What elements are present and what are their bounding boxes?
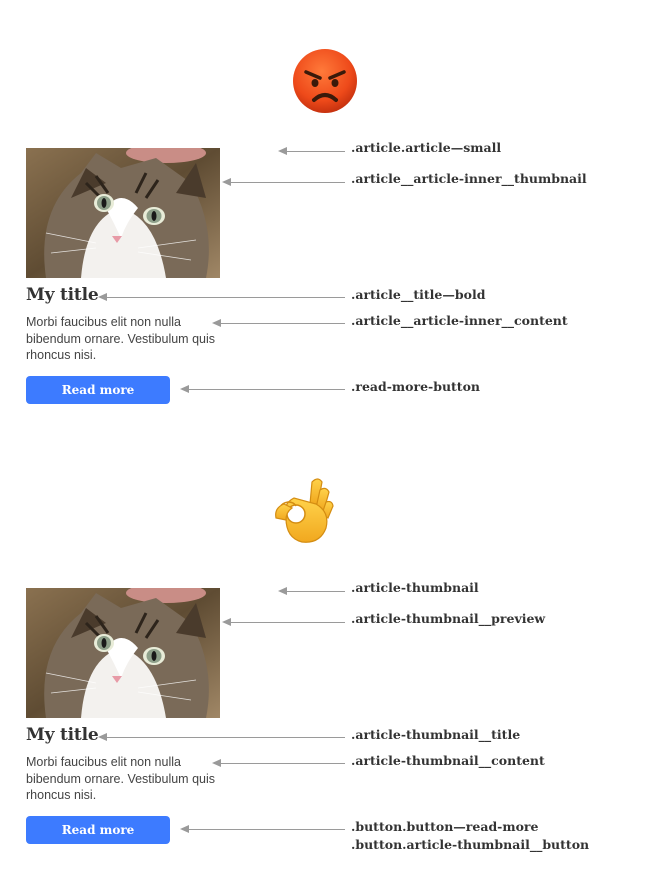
ok-hand-icon bbox=[272, 474, 338, 546]
label-thumbnail-class: .article-thumbnail__preview bbox=[351, 611, 546, 626]
arrow-icon bbox=[278, 585, 345, 597]
arrow-icon bbox=[278, 145, 345, 157]
arrow-icon bbox=[222, 616, 345, 628]
arrow-icon bbox=[180, 383, 345, 395]
angry-face-icon bbox=[292, 48, 358, 114]
card-content: Morbi faucibus elit non nulla bibendum o… bbox=[26, 315, 216, 362]
label-title-class: .article__title—bold bbox=[351, 287, 486, 302]
label-button-class-line2: .button.article-thumbnail__button bbox=[351, 837, 590, 852]
label-container-class: .article.article—small bbox=[351, 140, 502, 155]
label-title-class: .article-thumbnail__title bbox=[351, 727, 521, 742]
arrow-icon bbox=[222, 176, 345, 188]
good-example-section: My title Morbi faucibus elit non nulla b… bbox=[0, 440, 650, 874]
label-thumbnail-class: .article__article-inner__thumbnail bbox=[351, 171, 587, 186]
label-content-class: .article-thumbnail__content bbox=[351, 753, 545, 768]
read-more-button[interactable]: Read more bbox=[26, 376, 170, 404]
cat-thumbnail-image bbox=[26, 148, 220, 278]
read-more-button[interactable]: Read more bbox=[26, 816, 170, 844]
cat-thumbnail-image bbox=[26, 588, 220, 718]
bad-example-section: My title Morbi faucibus elit non nulla b… bbox=[0, 0, 650, 440]
arrow-icon bbox=[98, 291, 345, 303]
label-button-class-line1: .button.button—read-more bbox=[351, 819, 539, 834]
card-title: My title bbox=[26, 725, 99, 745]
card-title: My title bbox=[26, 285, 99, 305]
label-button-class: .read-more-button bbox=[351, 379, 481, 394]
arrow-icon bbox=[212, 317, 345, 329]
arrow-icon bbox=[98, 731, 345, 743]
label-content-class: .article__article-inner__content bbox=[351, 313, 568, 328]
card-content: Morbi faucibus elit non nulla bibendum o… bbox=[26, 755, 216, 802]
arrow-icon bbox=[212, 757, 345, 769]
label-container-class: .article-thumbnail bbox=[351, 580, 479, 595]
arrow-icon bbox=[180, 823, 345, 835]
